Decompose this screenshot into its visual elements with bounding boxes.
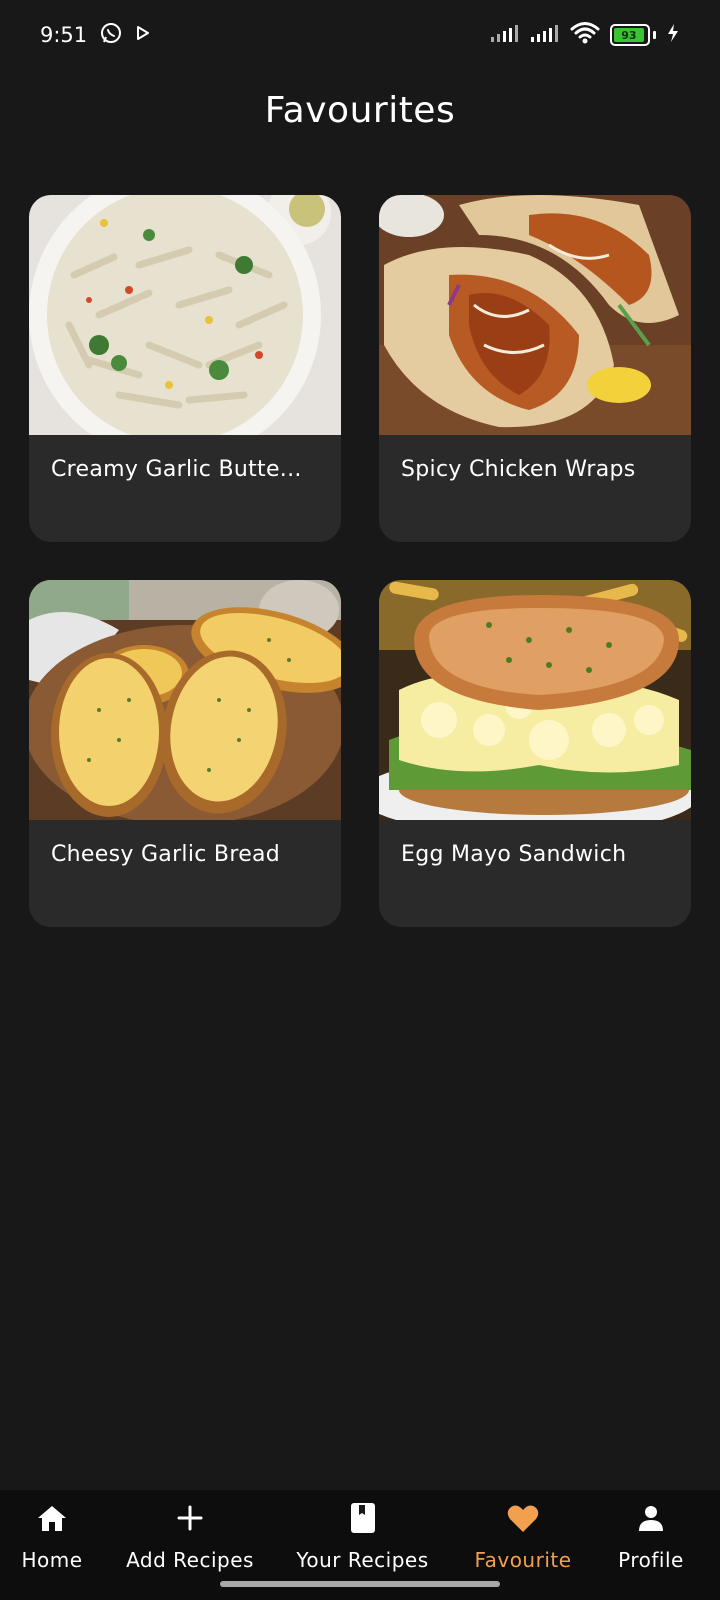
nav-label: Add Recipes — [126, 1548, 254, 1572]
status-left: 9:51 — [40, 21, 151, 49]
battery-indicator: 93 — [610, 24, 656, 46]
plus-icon — [170, 1498, 210, 1538]
recipe-card[interactable]: Egg Mayo Sandwich — [379, 580, 691, 927]
recipe-card[interactable]: Creamy Garlic Butte... — [29, 195, 341, 542]
recipe-image-egg-sandwich — [379, 580, 691, 820]
recipe-card[interactable]: Cheesy Garlic Bread — [29, 580, 341, 927]
wifi-icon — [570, 21, 600, 49]
signal-icon — [490, 23, 520, 47]
home-indicator[interactable] — [220, 1581, 500, 1587]
recipe-card[interactable]: Spicy Chicken Wraps — [379, 195, 691, 542]
recipe-image-wraps — [379, 195, 691, 435]
recipe-title: Spicy Chicken Wraps — [401, 457, 636, 482]
recipe-title: Cheesy Garlic Bread — [51, 842, 281, 867]
nav-item-add-recipes[interactable]: Add Recipes — [125, 1498, 255, 1572]
play-icon — [135, 25, 151, 45]
status-time: 9:51 — [40, 23, 88, 47]
nav-item-home[interactable]: Home — [21, 1498, 83, 1572]
book-icon — [343, 1498, 383, 1538]
nav-label: Favourite — [474, 1548, 572, 1572]
recipe-image-garlic-bread — [29, 580, 341, 820]
nav-label: Home — [21, 1548, 83, 1572]
recipe-image-pasta — [29, 195, 341, 435]
battery-level: 93 — [614, 28, 644, 42]
nav-item-your-recipes[interactable]: Your Recipes — [295, 1498, 430, 1572]
favourites-grid: Creamy Garlic Butte... Spicy Chicken Wra… — [29, 195, 691, 927]
status-right: 93 — [490, 21, 680, 49]
nav-item-profile[interactable]: Profile — [616, 1498, 686, 1572]
nav-item-favourite[interactable]: Favourite — [472, 1498, 574, 1572]
favourites-screen: 9:51 93 Favourites Creamy Garlic Butte..… — [0, 0, 720, 1600]
charging-icon — [666, 23, 680, 47]
nav-label: Profile — [618, 1548, 684, 1572]
heart-icon — [503, 1498, 543, 1538]
nav-label: Your Recipes — [296, 1548, 429, 1572]
person-icon — [631, 1498, 671, 1538]
recipe-title: Egg Mayo Sandwich — [401, 842, 627, 867]
home-icon — [32, 1498, 72, 1538]
status-bar: 9:51 93 — [0, 0, 720, 70]
signal-icon — [530, 23, 560, 47]
recipe-title: Creamy Garlic Butte... — [51, 457, 302, 482]
page-title: Favourites — [264, 90, 456, 131]
whatsapp-icon — [99, 21, 123, 49]
